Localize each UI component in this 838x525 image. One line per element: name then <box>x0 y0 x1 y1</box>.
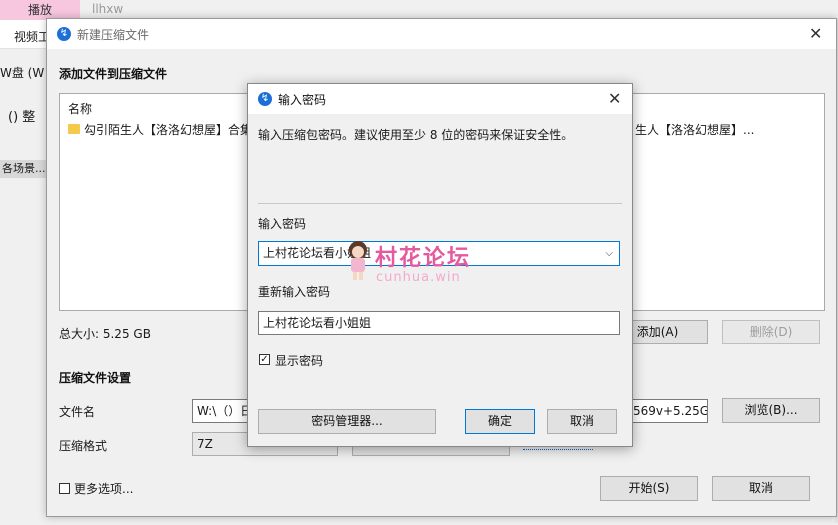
sort-label[interactable]: () 整 <box>8 106 35 125</box>
scene-item[interactable]: 各场景... <box>0 160 46 178</box>
archive-settings-heading: 压缩文件设置 <box>59 371 132 385</box>
app-icon: ↯ <box>57 27 71 41</box>
enter-password-label: 输入密码 <box>258 217 307 231</box>
list-item-overflow: 生人【洛洛幻想屋】... <box>635 123 755 137</box>
dialog-titlebar: ↯ 新建压缩文件 ✕ <box>47 19 836 49</box>
browse-button[interactable]: 浏览(B)... <box>722 398 820 423</box>
filename-label: 文件名 <box>59 405 96 419</box>
reenter-value: 上村花论坛看小姐姐 <box>263 316 372 330</box>
cancel-button[interactable]: 取消 <box>547 409 617 434</box>
filename-value-tail: 569v+5.25G]. <box>633 404 707 418</box>
cancel-button[interactable]: 取消 <box>712 476 810 501</box>
show-password-checkbox[interactable]: ✓ <box>259 354 270 365</box>
drive-label: W盘 (W <box>0 66 45 80</box>
video-label: 视频工 <box>14 30 51 44</box>
ok-button[interactable]: 确定 <box>465 409 535 434</box>
close-icon[interactable]: ✕ <box>809 26 822 42</box>
folder-icon <box>68 124 80 134</box>
list-item[interactable]: 勾引陌生人【洛洛幻想屋】合集 <box>84 121 252 138</box>
format-label: 压缩格式 <box>59 439 108 453</box>
description-area: 输入压缩包密码。建议使用至少 8 位的密码来保证安全性。 <box>248 114 632 204</box>
password-dialog-titlebar: ↯ 输入密码 ✕ <box>248 84 632 114</box>
column-header-name[interactable]: 名称 <box>68 100 92 117</box>
more-options-checkbox[interactable] <box>59 483 70 494</box>
password-description: 输入压缩包密码。建议使用至少 8 位的密码来保证安全性。 <box>258 128 574 142</box>
reenter-password-input[interactable]: 上村花论坛看小姐姐 <box>258 311 620 335</box>
reenter-password-label: 重新输入密码 <box>258 285 331 299</box>
app-icon: ↯ <box>258 92 272 106</box>
delete-button[interactable]: 删除(D) <box>722 320 820 344</box>
watermark-subtext: cunhua.win <box>376 270 461 285</box>
tab-name[interactable]: llhxw <box>92 2 123 16</box>
divider <box>258 203 622 204</box>
password-dialog-title: 输入密码 <box>278 93 327 107</box>
total-size: 总大小: 5.25 GB <box>59 327 151 341</box>
show-password-label[interactable]: 显示密码 <box>275 352 323 369</box>
mascot-image <box>341 238 375 282</box>
format-value: 7Z <box>197 437 213 451</box>
filename-value: W:\（）日 <box>197 404 253 418</box>
chevron-down-icon[interactable]: ⌵ <box>605 242 613 265</box>
add-files-heading: 添加文件到压缩文件 <box>59 67 168 81</box>
start-button[interactable]: 开始(S) <box>600 476 698 501</box>
tab-play[interactable]: 播放 <box>0 0 80 20</box>
close-icon[interactable]: ✕ <box>608 91 621 107</box>
dialog-title: 新建压缩文件 <box>77 28 150 42</box>
more-options-label[interactable]: 更多选项... <box>74 480 133 497</box>
watermark-text: 村花论坛 <box>375 246 472 271</box>
password-manager-button[interactable]: 密码管理器... <box>258 409 436 434</box>
